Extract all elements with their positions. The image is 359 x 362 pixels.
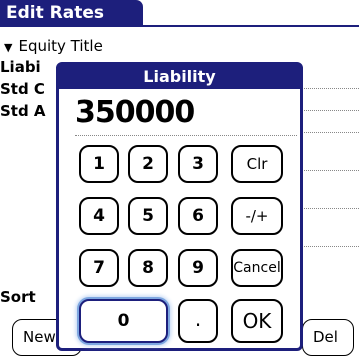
row-label-liability: Liabi [0, 58, 41, 76]
row-field-std-a[interactable] [300, 132, 359, 133]
key-4[interactable]: 4 [79, 197, 119, 235]
category-label: Equity Title [18, 37, 103, 55]
sort-label: Sort [0, 288, 36, 306]
keypad-display: 350000 [75, 95, 195, 130]
title-rule [0, 25, 359, 27]
key-2[interactable]: 2 [128, 145, 168, 183]
keypad-title: Liability [59, 65, 300, 89]
key-6[interactable]: 6 [178, 197, 218, 235]
key-0[interactable]: 0 [79, 299, 168, 343]
row-divider [300, 208, 359, 209]
decimal-point-button[interactable]: . [178, 299, 218, 343]
cancel-button[interactable]: Cancel [231, 249, 283, 287]
delete-button[interactable]: Del [302, 319, 354, 356]
row-label-std-a: Std A [0, 102, 46, 120]
row-field-liability[interactable] [300, 88, 359, 89]
form-title: Edit Rates [0, 0, 143, 26]
row-label-std-c: Std C [0, 80, 45, 98]
keypad-dialog: Liability 350000 1 2 3 Clr 4 5 6 -/+ 7 8… [56, 62, 303, 351]
ok-button[interactable]: OK [231, 299, 283, 343]
row-field-std-c[interactable] [300, 110, 359, 111]
display-underline [75, 135, 297, 136]
dropdown-triangle-icon: ▼ [4, 41, 13, 54]
key-1[interactable]: 1 [79, 145, 119, 183]
key-3[interactable]: 3 [178, 145, 218, 183]
category-selector[interactable]: ▼ Equity Title [4, 37, 103, 57]
key-8[interactable]: 8 [128, 249, 168, 287]
key-5[interactable]: 5 [128, 197, 168, 235]
row-divider [300, 246, 359, 247]
row-divider [300, 170, 359, 171]
clear-button[interactable]: Clr [231, 145, 283, 183]
sign-toggle-button[interactable]: -/+ [231, 197, 283, 235]
key-7[interactable]: 7 [79, 249, 119, 287]
key-9[interactable]: 9 [178, 249, 218, 287]
